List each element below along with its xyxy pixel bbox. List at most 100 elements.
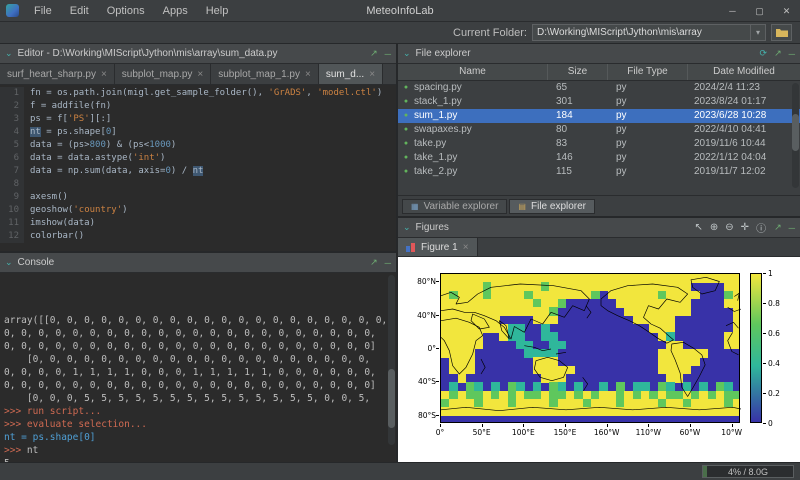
file-table: ●spacing.py65py2024/2/4 11:23●stack_1.py… [398,81,800,195]
figure-tab-label: Figure 1 [421,242,458,253]
table-row[interactable]: ●stack_1.py301py2023/8/24 01:17 [398,95,800,109]
menu-item-edit[interactable]: Edit [61,0,98,22]
code-line: 3ps = f['PS'][:] [0,113,396,126]
editor-tab-label: surf_heart_sharp.py [7,69,96,80]
y-tick [436,281,439,282]
colorbar-tick-label: 1 [768,269,773,278]
table-row[interactable]: ●take_2.py115py2019/11/7 12:02 [398,165,800,179]
colorbar-tick [763,333,766,334]
coastlines [441,274,741,424]
console-output[interactable]: array([[0, 0, 0, 0, 0, 0, 0, 0, 0, 0, 0,… [0,273,396,462]
menu-item-help[interactable]: Help [197,0,238,22]
table-row[interactable]: ●sum_1.py184py2023/6/28 10:28 [398,109,800,123]
column-header[interactable]: Date Modified [688,64,800,80]
code-line: 5data = (ps>800) & (ps<1000) [0,139,396,152]
table-icon: ▦ [411,202,419,211]
figure-tab[interactable]: Figure 1 × [398,238,478,256]
zoom-in-icon[interactable]: ⊕ [710,222,718,233]
float-panel-icon[interactable]: ↗ [370,48,378,59]
minimize-panel-icon[interactable]: ─ [385,49,391,59]
chevron-down-icon[interactable]: ⌄ [5,257,13,268]
tab-file-explorer[interactable]: ▤File explorer [509,199,595,214]
select-icon[interactable]: ↖ [695,222,703,233]
line-number: 1 [0,87,24,100]
memory-usage-text: 4% / 8.0G [728,467,768,477]
close-icon[interactable]: × [369,69,375,80]
console-scrollbar[interactable] [388,275,395,445]
window-minimize-button[interactable]: ─ [719,0,746,22]
identify-icon[interactable]: ⓘ [756,220,766,235]
x-tick-label: 100°E [506,428,540,437]
colorbar-tick [763,423,766,424]
chevron-down-icon[interactable]: ⌄ [403,222,411,233]
py-file-icon: ● [398,165,414,179]
minimize-panel-icon[interactable]: ─ [789,223,795,233]
code-line: 7data = np.sum(data, axis=0) / nt [0,165,396,178]
file-table-scrollbar[interactable] [792,83,799,188]
y-tick [436,315,439,316]
refresh-icon[interactable]: ⟳ [760,48,768,59]
x-tick-label: 160°W [590,428,624,437]
x-tick-label: 0° [423,428,457,437]
editor-tab[interactable]: subplot_map_1.py× [211,64,319,84]
window-controls: ─▢✕ [719,0,800,22]
py-file-icon: ● [398,123,414,137]
tab-variable-explorer[interactable]: ▦Variable explorer [402,199,507,214]
line-number: 10 [0,204,24,217]
close-icon[interactable]: × [197,69,203,80]
menu-bar-items: FileEditOptionsAppsHelp [25,0,237,22]
line-number: 9 [0,191,24,204]
x-tick-label: 150°E [548,428,582,437]
table-row[interactable]: ●take.py83py2019/11/6 10:44 [398,137,800,151]
y-tick-label: 80°S [400,411,436,420]
editor-tab[interactable]: surf_heart_sharp.py × [0,64,115,84]
line-number: 2 [0,100,24,113]
console-line: 0, 0, 0, 0, 1, 1, 1, 1, 0, 0, 0, 1, 1, 1… [4,366,396,379]
float-panel-icon[interactable]: ↗ [774,48,782,59]
code-editor[interactable]: 1fn = os.path.join(migl.get_sample_folde… [0,85,396,251]
menu-item-options[interactable]: Options [98,0,154,22]
x-tick [648,424,649,427]
colorbar-tick-label: 0.8 [768,299,780,308]
table-row[interactable]: ●swapaxes.py80py2022/4/10 04:41 [398,123,800,137]
console-line: 5 [4,457,396,462]
window-close-button[interactable]: ✕ [773,0,800,22]
table-row[interactable]: ●spacing.py65py2024/2/4 11:23 [398,81,800,95]
editor-tab[interactable]: sum_d... × [319,64,383,84]
zoom-out-icon[interactable]: ⊖ [725,222,733,233]
current-folder-combobox[interactable]: D:\Working\MIScript\Jython\mis\array ▾ [532,24,766,41]
x-tick-label: 10°W [715,428,749,437]
minimize-panel-icon[interactable]: ─ [385,258,391,268]
column-header[interactable]: Size [548,64,608,80]
close-icon[interactable]: × [305,69,311,80]
x-tick [440,424,441,427]
file-explorer-title: File explorer [416,48,760,59]
code-line: 8 [0,178,396,191]
minimize-panel-icon[interactable]: ─ [789,49,795,59]
column-header[interactable]: File Type [608,64,688,80]
close-icon[interactable]: × [101,69,107,80]
menu-item-file[interactable]: File [25,0,61,22]
float-panel-icon[interactable]: ↗ [370,257,378,268]
editor-tab[interactable]: subplot_map.py × [115,64,211,84]
editor-tab-label: subplot_map.py [122,69,193,80]
browse-folder-button[interactable] [771,24,792,41]
column-header[interactable]: Name [398,64,548,80]
window-maximize-button[interactable]: ▢ [746,0,773,22]
pan-icon[interactable]: ✛ [741,222,749,233]
explorer-bottom-tabs: ▦Variable explorer▤File explorer [398,195,800,216]
chevron-down-icon[interactable]: ⌄ [5,48,13,59]
editor-tab-label: sum_d... [326,69,364,80]
console-line: >>> nt [4,444,396,457]
chevron-down-icon[interactable]: ⌄ [403,48,411,59]
figure-canvas[interactable]: 0°50°E100°E150°E160°W110°W60°W10°W80°N40… [398,257,800,462]
current-folder-bar: Current Folder: D:\Working\MIScript\Jyth… [0,22,800,44]
close-icon[interactable]: × [463,242,469,253]
colorbar-tick-label: 0 [768,419,773,428]
table-row[interactable]: ●take_1.py146py2022/1/12 04:04 [398,151,800,165]
map-plot [440,273,740,423]
chevron-down-icon[interactable]: ▾ [750,25,765,40]
menu-item-apps[interactable]: Apps [154,0,197,22]
console-line: >>> evaluate selection... [4,418,396,431]
float-panel-icon[interactable]: ↗ [774,222,782,233]
